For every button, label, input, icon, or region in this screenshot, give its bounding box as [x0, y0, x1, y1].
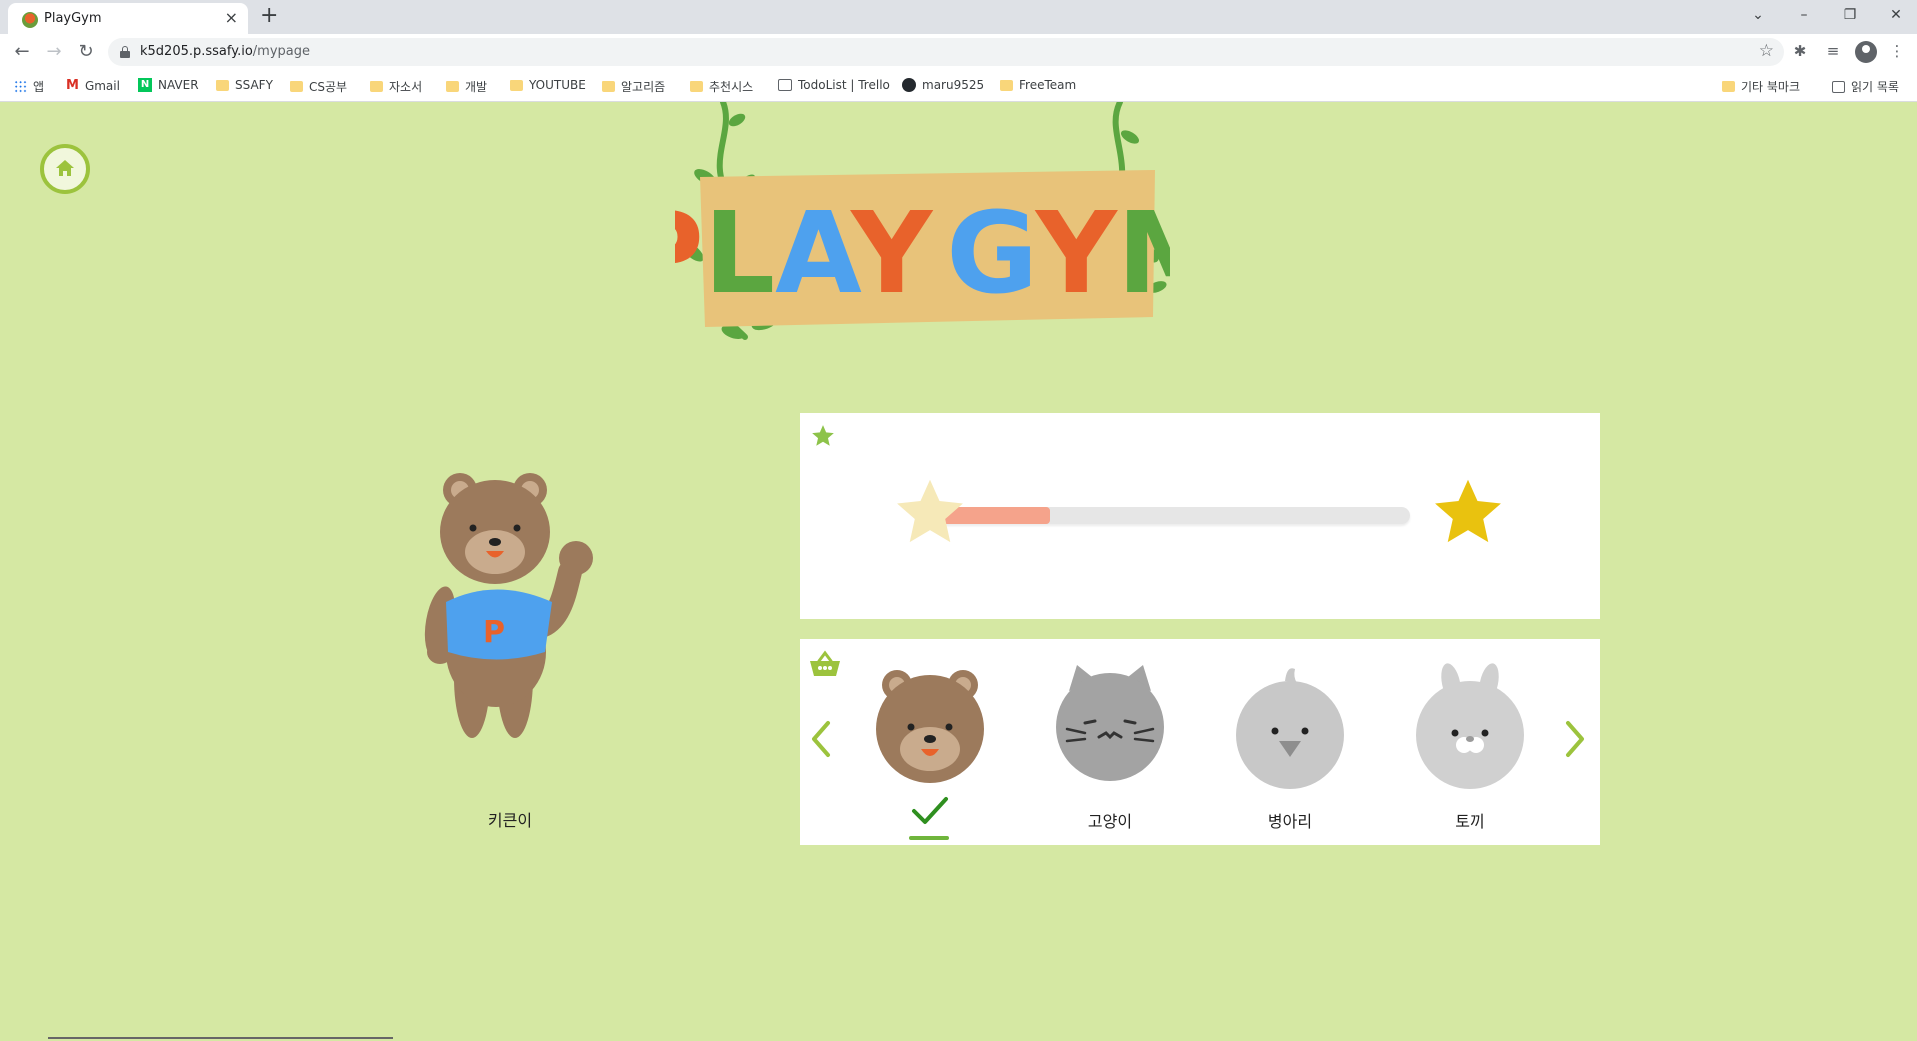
window-close-button[interactable]: ✕ — [1876, 4, 1916, 26]
profile-avatar-icon[interactable] — [1855, 41, 1877, 63]
bookmark-gmail[interactable]: M Gmail — [66, 78, 120, 93]
page-viewport: PLAYGYM P 키큰이 — [0, 102, 1917, 1041]
character-option-chick[interactable]: 병아리 — [1235, 661, 1345, 831]
selected-indicator — [909, 836, 949, 840]
star-icon — [812, 425, 834, 446]
folder-icon — [690, 81, 703, 92]
url-text: k5d205.p.ssafy.io/mypage — [140, 44, 310, 59]
bookmark-naver[interactable]: N NAVER — [138, 78, 199, 92]
folder-icon — [370, 81, 383, 92]
playgym-favicon-icon — [22, 12, 38, 28]
trello-icon — [778, 79, 792, 91]
logo-text: PLAYGYM — [675, 189, 1170, 319]
apps-icon — [14, 80, 27, 93]
folder-icon — [1722, 81, 1735, 92]
character-label-cat: 고양이 — [1087, 812, 1133, 831]
bookmark-dev[interactable]: 개발 — [446, 78, 487, 95]
current-level-star-icon — [897, 479, 963, 543]
folder-icon — [1000, 79, 1013, 91]
level-progress-bar — [930, 507, 1410, 524]
folder-icon — [290, 81, 303, 92]
tab-close-icon[interactable]: × — [225, 9, 238, 27]
gmail-icon: M — [66, 78, 79, 93]
level-card — [800, 413, 1600, 619]
other-bookmarks[interactable]: 기타 북마크 — [1722, 78, 1800, 95]
character-option-bear[interactable] — [875, 661, 985, 840]
folder-icon — [216, 79, 229, 91]
avatar-bear-image: P — [424, 473, 593, 738]
character-label-chick: 병아리 — [1267, 812, 1313, 831]
browser-tab[interactable]: PlayGym × — [8, 3, 248, 34]
svg-text:P: P — [483, 615, 505, 650]
address-bar[interactable]: k5d205.p.ssafy.io/mypage ☆ — [108, 38, 1784, 66]
reading-list-icon — [1832, 80, 1845, 93]
new-tab-button[interactable]: + — [260, 4, 278, 28]
character-option-rabbit[interactable]: 토끼 — [1415, 661, 1525, 831]
rabbit-face-icon — [1416, 663, 1524, 789]
reload-button[interactable]: ↻ — [74, 40, 98, 64]
folder-icon — [602, 81, 615, 92]
cat-face-icon — [1056, 665, 1164, 781]
bookmark-apps[interactable]: 앱 — [14, 78, 44, 95]
bookmark-youtube[interactable]: YOUTUBE — [510, 78, 586, 92]
menu-kebab-icon[interactable]: ⋮ — [1886, 42, 1908, 60]
folder-icon — [446, 81, 459, 92]
reading-list[interactable]: 읽기 목록 — [1832, 78, 1899, 95]
extensions-icon[interactable]: ✱ — [1789, 42, 1811, 60]
browser-toolbar: ← → ↻ k5d205.p.ssafy.io/mypage ☆ ✱ ≡ ⋮ — [0, 34, 1917, 70]
bookmark-ssafy[interactable]: SSAFY — [216, 78, 273, 92]
character-option-cat[interactable]: 고양이 — [1055, 661, 1165, 831]
tab-search-button[interactable]: ⌄ — [1738, 4, 1778, 26]
bookmark-recsys[interactable]: 추천시스 — [690, 78, 753, 95]
folder-icon — [510, 79, 523, 91]
chick-face-icon — [1236, 668, 1344, 789]
bookmark-star-icon[interactable]: ☆ — [1759, 41, 1774, 61]
naver-icon: N — [138, 78, 152, 92]
restore-button[interactable]: ❐ — [1830, 4, 1870, 26]
avatar-name: 키큰이 — [487, 811, 533, 830]
bear-face-icon — [876, 670, 984, 783]
chevron-right-icon[interactable] — [1560, 719, 1590, 759]
bookmark-freeteam[interactable]: FreeTeam — [1000, 78, 1076, 92]
bookmark-resume[interactable]: 자소서 — [370, 78, 422, 95]
bookmark-algorithm[interactable]: 알고리즘 — [602, 78, 665, 95]
forward-button[interactable]: → — [42, 40, 66, 64]
minimize-button[interactable]: – — [1784, 4, 1824, 26]
lock-icon[interactable] — [120, 46, 130, 58]
next-level-star-icon — [1435, 479, 1501, 543]
bookmarks-bar: 앱 M Gmail N NAVER SSAFY CS공부 자소서 개발 YOUTUB… — [0, 70, 1917, 102]
chevron-left-icon[interactable] — [806, 719, 836, 759]
tab-title: PlayGym — [44, 11, 102, 26]
character-label-rabbit: 토끼 — [1455, 812, 1485, 831]
home-button[interactable] — [40, 144, 90, 194]
character-select-card: 고양이 병아리 토끼 — [800, 639, 1600, 845]
bookmark-github[interactable]: maru9525 — [902, 78, 984, 92]
github-icon — [902, 78, 916, 92]
media-queue-icon[interactable]: ≡ — [1822, 42, 1844, 60]
home-icon — [56, 160, 74, 176]
bookmark-trello[interactable]: TodoList | Trello — [778, 78, 890, 92]
basket-icon — [810, 650, 840, 676]
checkmark-icon — [912, 797, 948, 824]
playgym-logo: PLAYGYM — [675, 102, 1170, 340]
back-button[interactable]: ← — [10, 40, 34, 64]
browser-tab-bar: PlayGym × + ⌄ – ❐ ✕ — [0, 0, 1917, 34]
bottom-divider — [48, 1037, 393, 1039]
bookmark-cs[interactable]: CS공부 — [290, 78, 347, 95]
